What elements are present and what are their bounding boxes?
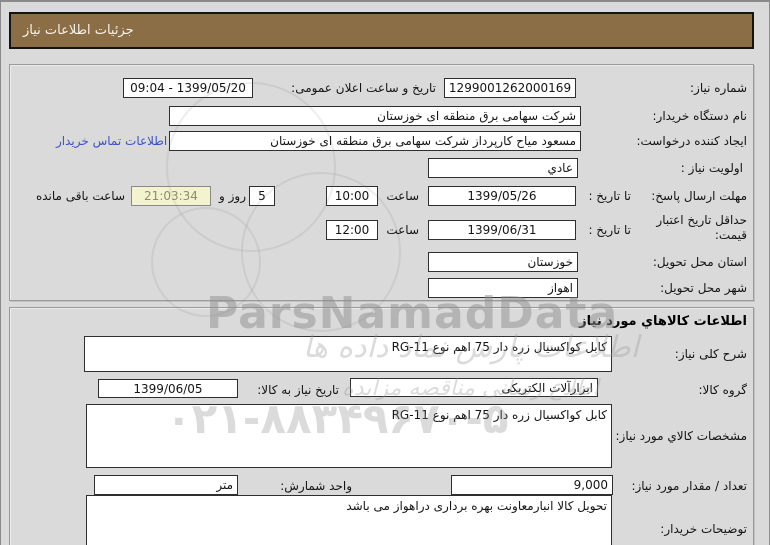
reply-deadline-time-field[interactable]: 10:00 <box>326 186 378 206</box>
unit-field[interactable]: متر <box>94 475 238 495</box>
days-and-label: روز و <box>219 189 246 203</box>
priority-field[interactable]: عادي <box>428 158 578 178</box>
price-validity-date-field[interactable]: 1399/06/31 <box>428 220 576 240</box>
specifications-textarea[interactable]: کابل کواکسیال زره دار 75 اهم نوع RG-11 <box>86 404 612 468</box>
reply-until-label: تا تاریخ : <box>588 189 631 203</box>
price-until-label: تا تاریخ : <box>588 223 631 237</box>
reply-deadline-date-field[interactable]: 1399/05/26 <box>428 186 576 206</box>
need-info-panel <box>9 64 754 301</box>
buyer-notes-textarea[interactable]: تحویل کالا انبارمعاونت بهره برداری دراهو… <box>86 495 612 545</box>
delivery-province-field[interactable]: خوزستان <box>428 252 578 272</box>
price-validity-time-field[interactable]: 12:00 <box>326 220 378 240</box>
buyer-contact-link[interactable]: اطلاعات تماس خریدار <box>56 134 167 148</box>
hours-remaining-label: ساعت باقی مانده <box>35 189 125 203</box>
goods-group-field[interactable]: ابزارآلات الکتریکی <box>350 378 598 397</box>
need-date-field[interactable]: 1399/06/05 <box>98 379 238 398</box>
delivery-city-field[interactable]: اهواز <box>428 278 578 298</box>
need-number-label: شماره نیاز: <box>690 81 747 95</box>
priority-label: اولویت نیاز : <box>680 161 743 175</box>
quantity-field[interactable]: 9,000 <box>451 475 613 495</box>
need-date-label: تاریخ نیاز به کالا: <box>257 383 339 397</box>
delivery-province-label: استان محل تحویل: <box>652 255 747 269</box>
request-creator-label: ایجاد کننده درخواست: <box>636 134 747 148</box>
buyer-name-label: نام دستگاه خریدار: <box>652 109 748 123</box>
specifications-label: مشخصات کالاي مورد نیاز: <box>615 429 747 443</box>
need-number-field[interactable]: 1299001262000169 <box>444 78 576 98</box>
general-description-label: شرح کلی نیاز: <box>674 347 747 361</box>
goods-section-header: اطلاعات کالاهاي مورد نیاز <box>579 314 747 329</box>
reply-hour-label: ساعت <box>386 189 419 203</box>
general-description-textarea[interactable]: کابل کواکسیال زره دار 75 اهم نوع RG-11 <box>84 336 612 372</box>
buyer-name-field[interactable]: شرکت سهامی برق منطقه ای خوزستان <box>169 106 581 126</box>
remaining-days-field[interactable]: 5 <box>249 186 275 206</box>
announce-datetime-label: تاریخ و ساعت اعلان عمومی: <box>291 81 436 95</box>
request-creator-field[interactable]: مسعود میاح کارپرداز شرکت سهامی برق منطقه… <box>169 131 581 151</box>
announce-datetime-field[interactable]: 09:04 - 1399/05/20 <box>123 78 253 98</box>
buyer-notes-label: توضیحات خریدار: <box>660 522 747 536</box>
goods-group-label: گروه کالا: <box>698 383 748 397</box>
countdown-timer-field: 21:03:34 <box>131 186 211 206</box>
page-title-bar: جزئیات اطلاعات نیاز <box>9 12 754 49</box>
reply-deadline-label: مهلت ارسال پاسخ: <box>651 189 747 203</box>
quantity-label: تعداد / مقدار مورد نیاز: <box>631 479 747 493</box>
unit-label: واحد شمارش: <box>280 479 352 493</box>
page-title: جزئیات اطلاعات نیاز <box>23 23 134 38</box>
price-validity-label: حداقل تاریخ اعتبار قیمت: <box>656 213 747 242</box>
delivery-city-label: شهر محل تحویل: <box>660 281 747 295</box>
price-hour-label: ساعت <box>386 223 419 237</box>
